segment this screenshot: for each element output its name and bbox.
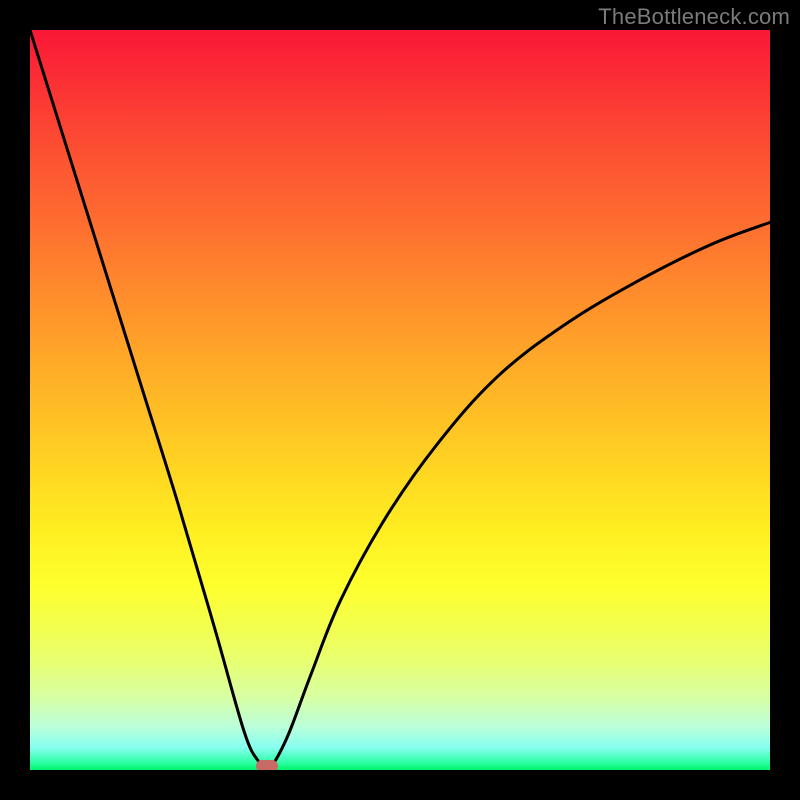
optimal-marker xyxy=(256,760,278,770)
watermark-text: TheBottleneck.com xyxy=(598,4,790,30)
curve-svg xyxy=(30,30,770,770)
bottleneck-curve xyxy=(30,30,770,770)
chart-frame: TheBottleneck.com xyxy=(0,0,800,800)
plot-area xyxy=(30,30,770,770)
